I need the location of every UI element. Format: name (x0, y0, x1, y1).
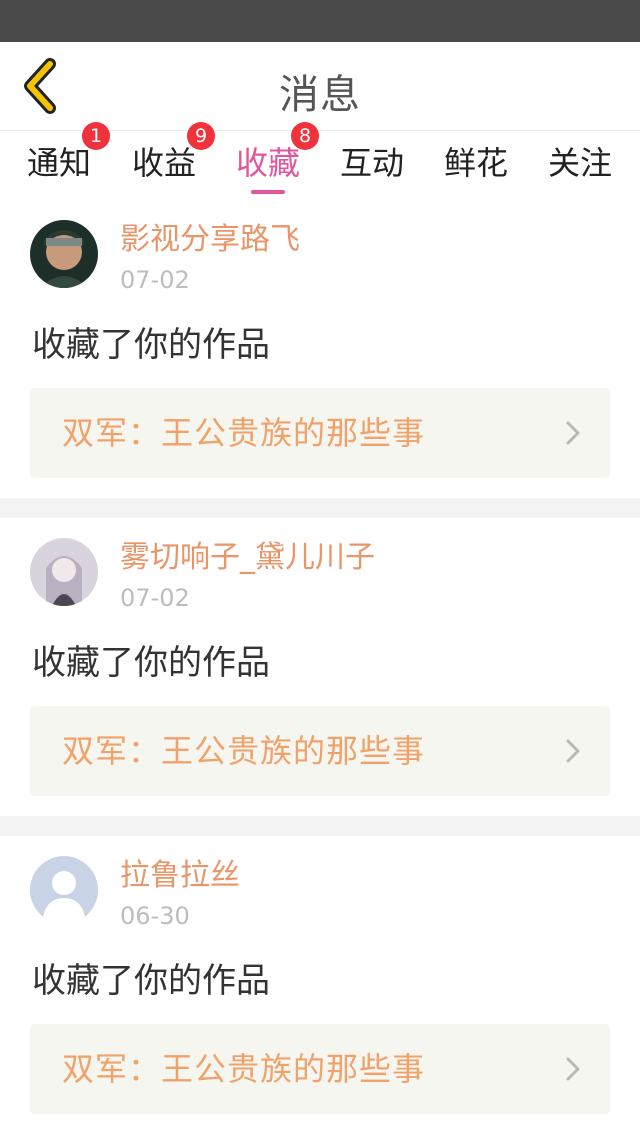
tab-earnings[interactable]: 收益 9 (119, 122, 215, 200)
tab-notifications[interactable]: 通知 1 (14, 122, 110, 200)
avatar[interactable] (30, 856, 98, 924)
chevron-right-icon (566, 421, 580, 445)
tab-favorites[interactable]: 收藏 8 (223, 122, 319, 200)
tab-bar: 通知 1 收益 9 收藏 8 互动 鲜花 关注 (0, 122, 640, 200)
message-list: 影视分享路飞 07-02 收藏了你的作品 双军：王公贵族的那些事 雾切响子_黛儿… (0, 200, 640, 1134)
chevron-right-icon (566, 739, 580, 763)
avatar[interactable] (30, 220, 98, 288)
tab-flowers[interactable]: 鲜花 (431, 130, 521, 200)
user-name[interactable]: 拉鲁拉丝 (120, 858, 240, 894)
work-link[interactable]: 双军：王公贵族的那些事 (30, 1024, 610, 1114)
list-item: 雾切响子_黛儿川子 07-02 收藏了你的作品 双军：王公贵族的那些事 (0, 518, 640, 816)
timestamp: 07-02 (120, 266, 190, 294)
action-text: 收藏了你的作品 (32, 961, 270, 1001)
badge-count: 1 (82, 122, 110, 150)
work-link[interactable]: 双军：王公贵族的那些事 (30, 388, 610, 478)
list-item: 拉鲁拉丝 06-30 收藏了你的作品 双军：王公贵族的那些事 (0, 836, 640, 1134)
tab-label: 收藏 (235, 144, 300, 182)
divider (0, 816, 640, 836)
chevron-right-icon (566, 1057, 580, 1081)
timestamp: 07-02 (120, 584, 190, 612)
tab-label: 互动 (339, 144, 404, 182)
work-title: 双军：王公贵族的那些事 (62, 414, 426, 452)
work-title: 双军：王公贵族的那些事 (62, 1050, 426, 1088)
status-bar (0, 0, 640, 42)
divider (0, 498, 640, 518)
tab-interactions[interactable]: 互动 (327, 130, 417, 200)
header: 消息 (0, 42, 640, 131)
badge-count: 9 (187, 122, 215, 150)
tab-label: 通知 (26, 144, 91, 182)
tab-label: 鲜花 (443, 144, 508, 182)
user-name[interactable]: 雾切响子_黛儿川子 (120, 540, 375, 576)
user-name[interactable]: 影视分享路飞 (120, 222, 300, 258)
active-tab-indicator (251, 190, 285, 194)
timestamp: 06-30 (120, 902, 190, 930)
list-item: 影视分享路飞 07-02 收藏了你的作品 双军：王公贵族的那些事 (0, 200, 640, 498)
action-text: 收藏了你的作品 (32, 643, 270, 683)
page-title: 消息 (279, 72, 361, 118)
action-text: 收藏了你的作品 (32, 325, 270, 365)
tab-follow[interactable]: 关注 (535, 130, 625, 200)
tab-label: 关注 (547, 144, 612, 182)
badge-count: 8 (291, 122, 319, 150)
tab-label: 收益 (131, 144, 196, 182)
work-title: 双军：王公贵族的那些事 (62, 732, 426, 770)
work-link[interactable]: 双军：王公贵族的那些事 (30, 706, 610, 796)
avatar[interactable] (30, 538, 98, 606)
